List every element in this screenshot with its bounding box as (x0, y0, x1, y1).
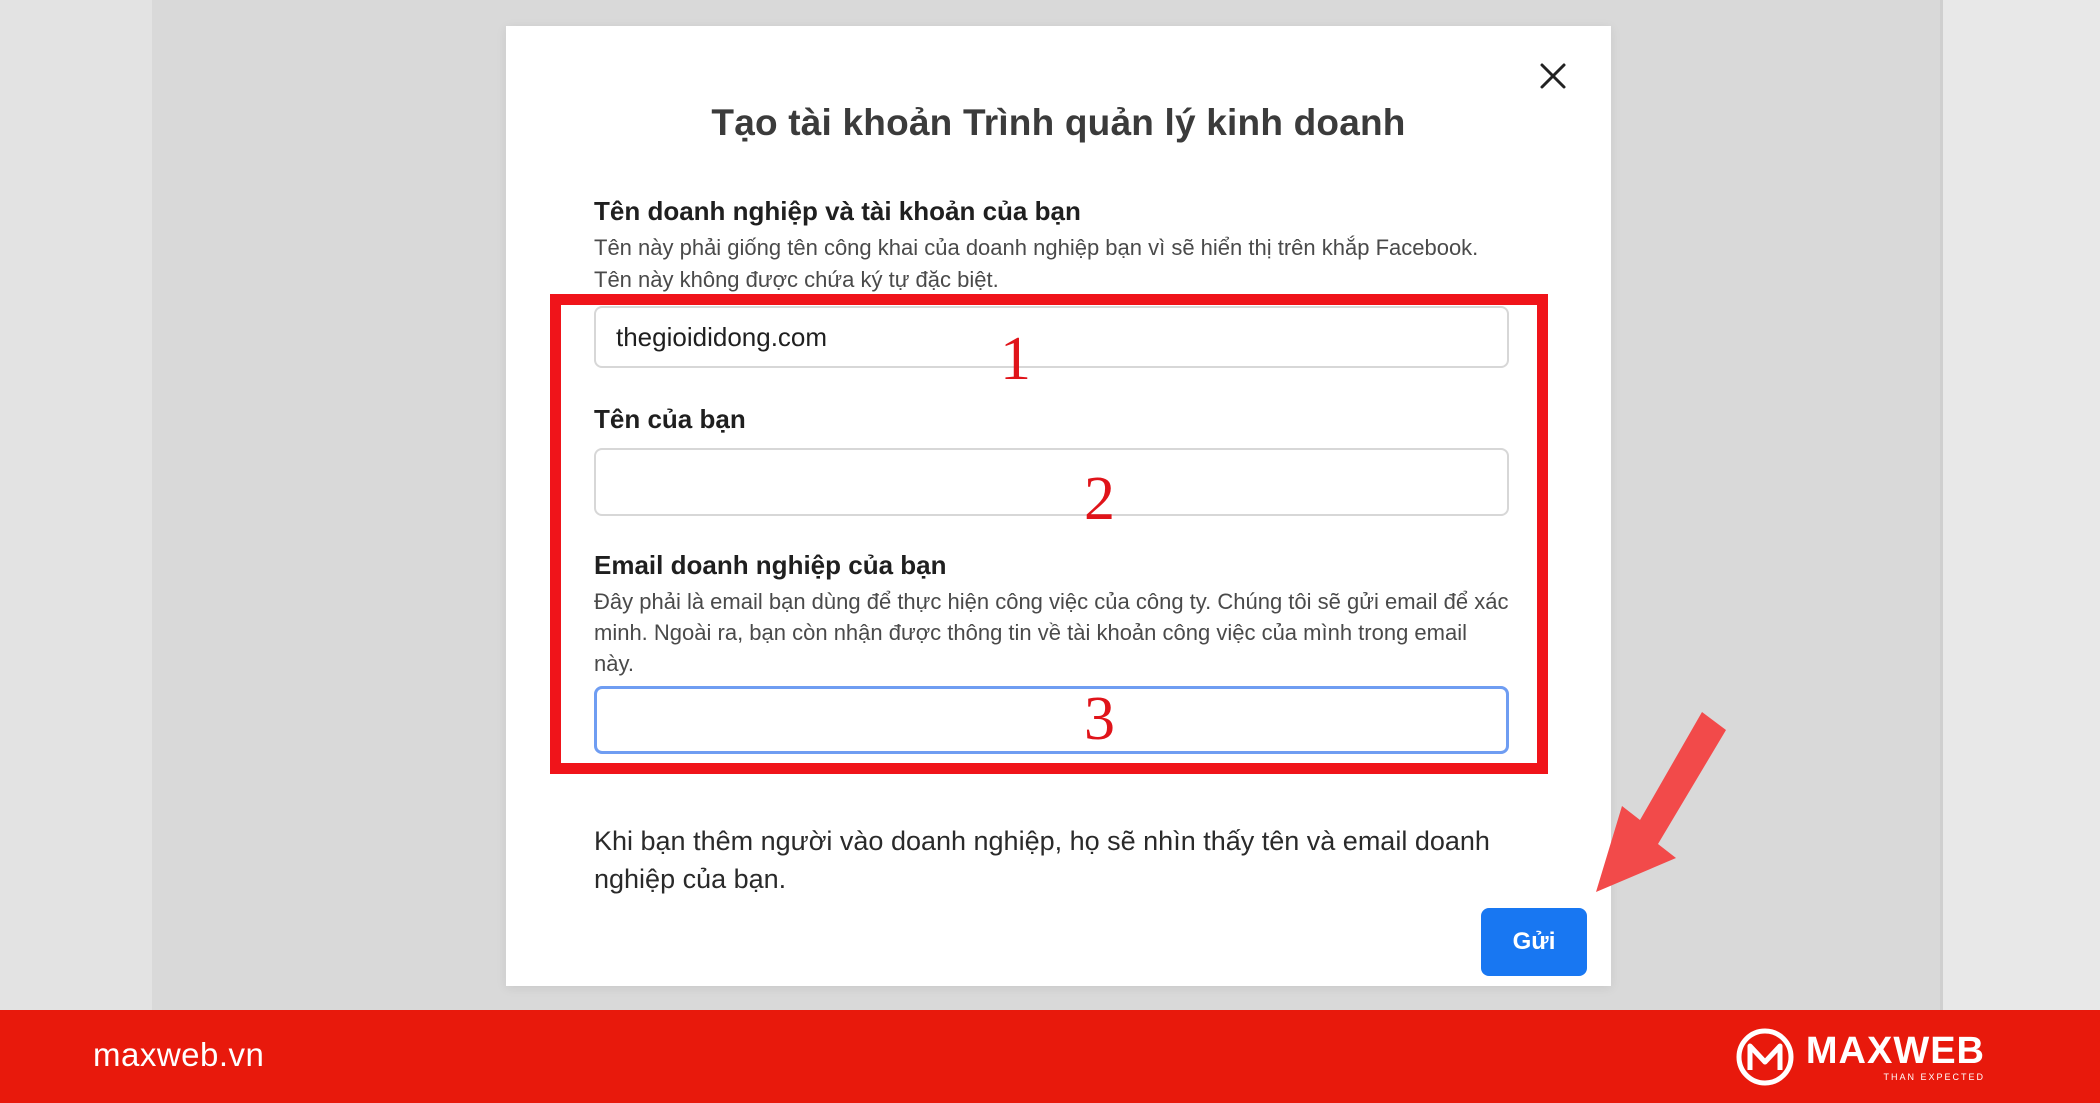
page-right-rail (1943, 0, 2100, 1010)
annotation-step-2: 2 (1084, 465, 1115, 533)
business-name-label: Tên doanh nghiệp và tài khoản của bạn (594, 196, 1081, 226)
annotation-step-1: 1 (1000, 325, 1031, 393)
brand-name: MAXWEB (1805, 1030, 1985, 1072)
visibility-footnote: Khi bạn thêm người vào doanh nghiệp, họ … (594, 826, 1490, 894)
footer-site-link[interactable]: maxweb.vn (93, 1036, 264, 1074)
business-name-help-line2: Tên này không được chứa ký tự đặc biệt. (594, 267, 999, 292)
brand-logo: MAXWEB THAN EXPECTED (1734, 1026, 1985, 1088)
business-email-input[interactable] (594, 686, 1509, 754)
your-name-label: Tên của bạn (594, 404, 746, 434)
pointer-arrow-icon (1588, 710, 1738, 900)
close-icon[interactable] (1533, 56, 1573, 96)
business-email-help: Đây phải là email bạn dùng để thực hiện … (594, 589, 1509, 676)
footer-bar: maxweb.vn MAXWEB THAN EXPECTED (0, 1010, 2100, 1103)
business-email-label: Email doanh nghiệp của bạn (594, 550, 947, 580)
annotation-step-3: 3 (1084, 685, 1115, 753)
send-button[interactable]: Gửi (1481, 908, 1587, 976)
your-name-input[interactable] (594, 448, 1509, 516)
create-business-modal: Tạo tài khoản Trình quản lý kinh doanh T… (506, 26, 1611, 986)
maxweb-logo-icon (1734, 1026, 1798, 1088)
brand-tagline: THAN EXPECTED (1883, 1072, 1985, 1082)
modal-title: Tạo tài khoản Trình quản lý kinh doanh (711, 102, 1406, 143)
close-button[interactable] (1533, 56, 1573, 96)
business-name-input[interactable] (594, 306, 1509, 368)
business-name-help-line1: Tên này phải giống tên công khai của doa… (594, 235, 1479, 260)
